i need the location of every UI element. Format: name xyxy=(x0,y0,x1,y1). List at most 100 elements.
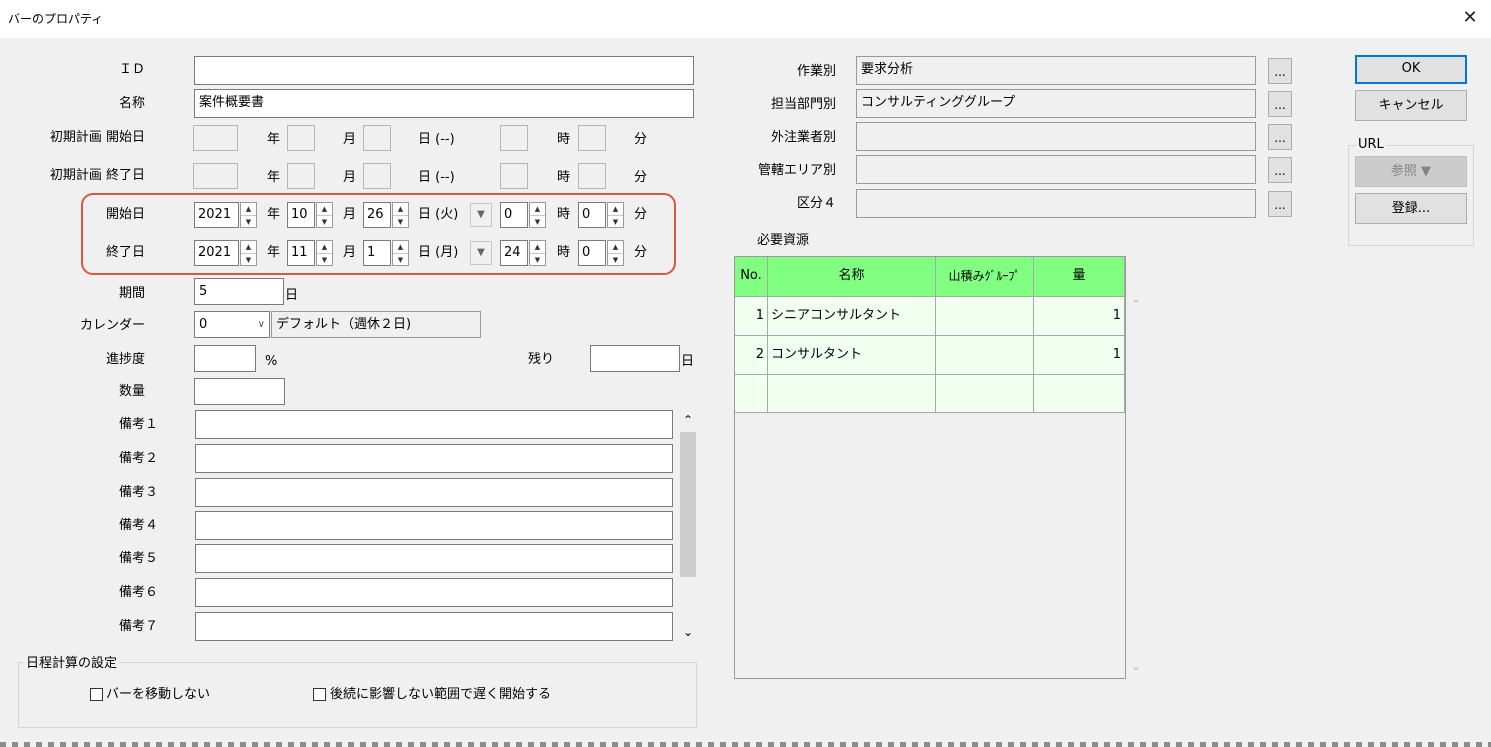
end-month-input[interactable]: 11 xyxy=(287,240,315,266)
note6-input[interactable] xyxy=(195,578,673,607)
spin-down-icon[interactable]: ▼ xyxy=(317,216,332,228)
end-month-spinner[interactable]: ▲ ▼ xyxy=(316,240,333,266)
class4-browse-button[interactable]: ... xyxy=(1268,191,1292,217)
grid-cell-qty[interactable] xyxy=(1034,375,1125,413)
spin-down-icon[interactable]: ▼ xyxy=(241,254,256,266)
spin-up-icon[interactable]: ▲ xyxy=(393,203,408,216)
name-label: 名称 xyxy=(118,96,145,111)
grid-cell-name[interactable]: コンサルタント xyxy=(768,336,936,375)
start-weekday: 日 (火) xyxy=(418,207,459,222)
scroll-thumb[interactable] xyxy=(680,432,696,577)
grid-cell-qty[interactable]: 1 xyxy=(1034,297,1125,336)
grid-cell-qty[interactable]: 1 xyxy=(1034,336,1125,375)
plan-start-label: 初期計画 開始日 xyxy=(49,130,145,145)
close-icon[interactable]: ✕ xyxy=(1458,5,1482,31)
resources-label: 必要資源 xyxy=(757,233,810,248)
start-year-spinner[interactable]: ▲ ▼ xyxy=(240,202,257,228)
start-minute-spinner[interactable]: ▲ ▼ xyxy=(607,202,624,228)
grid-cell-group[interactable] xyxy=(936,297,1034,336)
spin-down-icon[interactable]: ▼ xyxy=(530,216,545,228)
progress-input[interactable] xyxy=(194,345,256,372)
note5-input[interactable] xyxy=(195,544,673,573)
register-button[interactable]: 登録... xyxy=(1355,193,1467,224)
grid-cell-group[interactable] xyxy=(936,375,1034,413)
period-input[interactable]: 5 xyxy=(194,278,284,305)
late-start-checkbox[interactable] xyxy=(313,688,326,701)
start-minute-input[interactable]: 0 xyxy=(578,202,606,228)
start-hour-spinner[interactable]: ▲ ▼ xyxy=(529,202,546,228)
scroll-up-icon[interactable]: ⌃ xyxy=(678,410,698,430)
start-hour-input[interactable]: 0 xyxy=(500,202,528,228)
quantity-input[interactable] xyxy=(194,378,285,405)
note7-input[interactable] xyxy=(195,612,673,641)
grid-scroll-up-icon[interactable]: ⌃ xyxy=(1128,298,1144,314)
vendor-browse-button[interactable]: ... xyxy=(1268,124,1292,150)
scroll-down-icon[interactable]: ⌄ xyxy=(678,622,698,642)
spin-down-icon[interactable]: ▼ xyxy=(608,216,623,228)
start-month-input[interactable]: 10 xyxy=(287,202,315,228)
spin-down-icon[interactable]: ▼ xyxy=(608,254,623,266)
end-day-input[interactable]: 1 xyxy=(363,240,391,266)
note1-input[interactable] xyxy=(195,410,673,439)
plan-end-minute-unit: 分 xyxy=(634,170,648,185)
spin-up-icon[interactable]: ▲ xyxy=(317,203,332,216)
spin-down-icon[interactable]: ▼ xyxy=(393,254,408,266)
end-day-spinner[interactable]: ▲ ▼ xyxy=(392,240,409,266)
end-hour-spinner[interactable]: ▲ ▼ xyxy=(529,240,546,266)
id-input[interactable] xyxy=(194,56,694,85)
grid-cell-no[interactable]: 2 xyxy=(735,336,768,375)
class4-field xyxy=(856,189,1256,218)
area-label: 管轄エリア別 xyxy=(757,163,836,178)
start-day-spinner[interactable]: ▲ ▼ xyxy=(392,202,409,228)
no-move-checkbox[interactable] xyxy=(90,688,103,701)
spin-up-icon[interactable]: ▲ xyxy=(241,241,256,254)
grid-cell-no[interactable] xyxy=(735,375,768,413)
cancel-button[interactable]: キャンセル xyxy=(1355,90,1467,121)
spin-up-icon[interactable]: ▲ xyxy=(241,203,256,216)
start-date-dropdown-icon[interactable]: ▼ xyxy=(470,203,492,227)
spin-down-icon[interactable]: ▼ xyxy=(241,216,256,228)
grid-cell-name[interactable]: シニアコンサルタント xyxy=(768,297,936,336)
spin-up-icon[interactable]: ▲ xyxy=(608,241,623,254)
start-month-spinner[interactable]: ▲ ▼ xyxy=(316,202,333,228)
note4-label: 備考４ xyxy=(118,518,158,533)
spin-down-icon[interactable]: ▼ xyxy=(317,254,332,266)
grid-scroll-down-icon[interactable]: ⌄ xyxy=(1128,660,1144,676)
spin-up-icon[interactable]: ▲ xyxy=(530,203,545,216)
end-minute-input[interactable]: 0 xyxy=(578,240,606,266)
grid-cell-group[interactable] xyxy=(936,336,1034,375)
note3-input[interactable] xyxy=(195,478,673,507)
notes-scrollbar[interactable]: ⌃ ⌄ xyxy=(678,410,698,642)
progress-unit: % xyxy=(265,354,278,369)
end-year-input[interactable]: 2021 xyxy=(194,240,239,266)
browse-dropdown-button[interactable]: 参照 ▼ xyxy=(1355,156,1467,187)
start-day-input[interactable]: 26 xyxy=(363,202,391,228)
note2-input[interactable] xyxy=(195,444,673,473)
start-year-input[interactable]: 2021 xyxy=(194,202,239,228)
remaining-input[interactable] xyxy=(590,345,680,372)
schedule-settings-label: 日程計算の設定 xyxy=(24,654,120,674)
spin-down-icon[interactable]: ▼ xyxy=(393,216,408,228)
end-hour-input[interactable]: 24 xyxy=(500,240,528,266)
resources-grid[interactable]: No. 名称 山積みｸﾞﾙｰﾌﾟ 量 1 シニアコンサルタント 1 2 コンサル… xyxy=(734,256,1126,679)
note2-label: 備考２ xyxy=(118,451,158,466)
grid-cell-name[interactable] xyxy=(768,375,936,413)
end-date-dropdown-icon[interactable]: ▼ xyxy=(470,241,492,265)
area-browse-button[interactable]: ... xyxy=(1268,157,1292,183)
spin-up-icon[interactable]: ▲ xyxy=(393,241,408,254)
name-input[interactable]: 案件概要書 xyxy=(194,89,694,118)
end-minute-spinner[interactable]: ▲ ▼ xyxy=(607,240,624,266)
spin-up-icon[interactable]: ▲ xyxy=(530,241,545,254)
dept-browse-button[interactable]: ... xyxy=(1268,91,1292,117)
spin-up-icon[interactable]: ▲ xyxy=(608,203,623,216)
grid-cell-no[interactable]: 1 xyxy=(735,297,768,336)
spin-up-icon[interactable]: ▲ xyxy=(317,241,332,254)
note3-label: 備考３ xyxy=(118,485,158,500)
title-bar xyxy=(0,0,1491,38)
spin-down-icon[interactable]: ▼ xyxy=(530,254,545,266)
note4-input[interactable] xyxy=(195,511,673,540)
work-browse-button[interactable]: ... xyxy=(1268,58,1292,84)
end-year-spinner[interactable]: ▲ ▼ xyxy=(240,240,257,266)
calendar-select[interactable]: 0 ∨ xyxy=(194,311,270,338)
ok-button[interactable]: OK xyxy=(1355,55,1467,84)
